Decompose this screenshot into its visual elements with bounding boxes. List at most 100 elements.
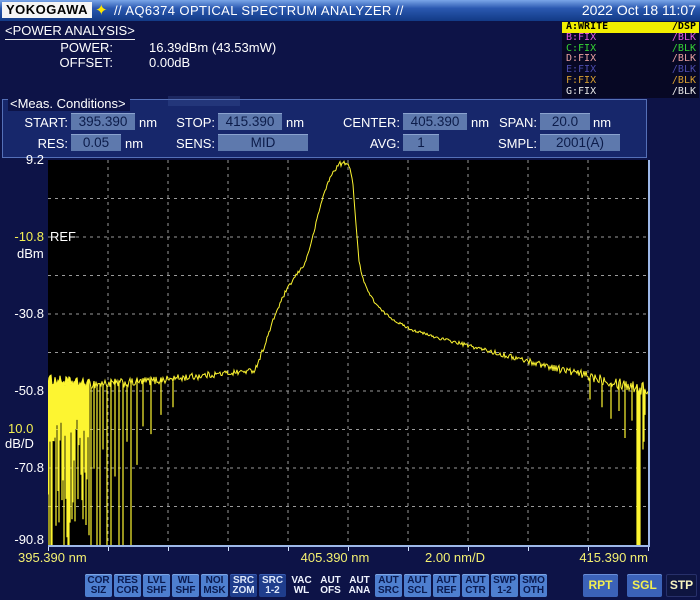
smpl-value-field[interactable]: 2001(A) (540, 134, 620, 151)
softkey-lvl-shf[interactable]: LVLSHF (143, 574, 170, 597)
softkey-line2: REF (433, 586, 460, 597)
softkey-aut-ctr[interactable]: AUTCTR (462, 574, 489, 597)
y-label-m30: -30.8 (0, 306, 44, 321)
start-value-field[interactable]: 395.390 (71, 113, 135, 130)
yokogawa-diamond-icon: ✦ (95, 1, 108, 20)
app-title: // AQ6374 OPTICAL SPECTRUM ANALYZER // (114, 3, 404, 18)
osa-screen: YOKOGAWA ✦ // AQ6374 OPTICAL SPECTRUM AN… (0, 0, 700, 600)
x-label-stop: 415.390 nm (558, 550, 648, 565)
x-label-start: 395.390 nm (18, 550, 87, 565)
grid-lines (48, 160, 648, 545)
res-unit: nm (125, 136, 143, 151)
softkey-cor-siz[interactable]: CORSIZ (85, 574, 112, 597)
softkey-line2: SCL (404, 586, 431, 597)
stop-unit: nm (286, 115, 304, 130)
datetime-display: 2022 Oct 18 11:07 (582, 2, 696, 18)
span-value-field[interactable]: 20.0 (540, 113, 590, 130)
softkey-swp-1-2[interactable]: SWP1-2 (491, 574, 518, 597)
yokogawa-logo: YOKOGAWA (2, 2, 92, 18)
ref-marker: REF (50, 229, 76, 244)
stop-value-field[interactable]: 415.390 (218, 113, 282, 130)
stop-label: STOP: (150, 115, 215, 130)
softkey-line2: CTR (462, 586, 489, 597)
softkey-noi-msk[interactable]: NOIMSK (201, 574, 228, 597)
axis-tick (168, 547, 169, 551)
power-label: POWER: (3, 40, 113, 55)
axis-tick (408, 547, 409, 551)
y-label-m70: -70.8 (0, 460, 44, 475)
softkey-aut-ofs[interactable]: AUTOFS (317, 574, 344, 597)
y-unit: dBm (17, 246, 44, 261)
sens-label: SENS: (150, 136, 215, 151)
meas-conditions-heading: <Meas. Conditions> (8, 96, 130, 111)
softkey-line2: SHF (172, 586, 199, 597)
res-value-field[interactable]: 0.05 (71, 134, 121, 151)
trace-display-mode: /BLK (672, 33, 696, 44)
softkey-res-cor[interactable]: RESCOR (114, 574, 141, 597)
softkey-line2: SIZ (85, 586, 112, 597)
y-label-bottom: -90.8 (0, 532, 44, 547)
trace-a-noise-spikes (48, 375, 645, 545)
power-analysis-heading: <POWER ANALYSIS> (5, 23, 135, 40)
softkey-src-zom[interactable]: SRCZOM (230, 574, 257, 597)
softkey-line2: SRC (375, 586, 402, 597)
sweep-sgl-button[interactable]: SGL (627, 574, 662, 597)
spectrum-plot (48, 160, 648, 545)
offset-value: 0.00dB (149, 55, 190, 70)
axis-tick (228, 547, 229, 551)
title-bar: YOKOGAWA ✦ // AQ6374 OPTICAL SPECTRUM AN… (0, 0, 700, 21)
avg-label: AVG: (328, 136, 400, 151)
softkey-wl-shf[interactable]: WLSHF (172, 574, 199, 597)
res-label: RES: (2, 136, 68, 151)
softkey-line2: COR (114, 586, 141, 597)
softkey-src-1-2[interactable]: SRC1-2 (259, 574, 286, 597)
sweep-rpt-button[interactable]: RPT (583, 574, 618, 597)
y-scale-value: 10.0 (8, 421, 33, 436)
trace-name: G:FIX (566, 87, 596, 98)
y-scale-unit: dB/D (5, 436, 34, 451)
softkey-line2: 1-2 (491, 586, 518, 597)
softkey-line2: MSK (201, 586, 228, 597)
axis-tick (108, 547, 109, 551)
softkey-smo-oth[interactable]: SMOOTH (520, 574, 547, 597)
sweep-stp-button[interactable]: STP (666, 574, 697, 597)
x-label-center: 405.390 nm (280, 550, 390, 565)
dimmed-ghost-label (168, 96, 240, 106)
softkey-aut-src[interactable]: AUTSRC (375, 574, 402, 597)
plot-border-bottom (48, 545, 650, 547)
span-unit: nm (593, 115, 611, 130)
softkey-aut-ana[interactable]: AUTANA (346, 574, 373, 597)
plot-border-right (648, 160, 650, 547)
trace-row-g[interactable]: G:FIX/BLK (562, 87, 699, 98)
softkey-aut-ref[interactable]: AUTREF (433, 574, 460, 597)
trace-legend: A:WRITE/DSPB:FIX/BLKC:FIX/BLKD:FIX/BLKE:… (562, 22, 699, 98)
y-label-ref: -10.8 (0, 229, 44, 244)
power-row: POWER: 16.39dBm (43.53mW) (3, 40, 276, 55)
power-value: 16.39dBm (43.53mW) (149, 40, 276, 55)
softkey-line2: WL (288, 586, 315, 597)
softkey-line2: 1-2 (259, 586, 286, 597)
softkey-vac-wl[interactable]: VACWL (288, 574, 315, 597)
softkey-aut-scl[interactable]: AUTSCL (404, 574, 431, 597)
span-label: SPAN: (468, 115, 537, 130)
offset-row: OFFSET:0.00dB (3, 55, 190, 70)
smpl-label: SMPL: (468, 136, 537, 151)
axis-tick (648, 547, 649, 551)
trace-row-b[interactable]: B:FIX/BLK (562, 33, 699, 44)
softkey-line2: OFS (317, 586, 344, 597)
spectrum-trace-svg (48, 160, 648, 545)
trace-name: B:FIX (566, 33, 596, 44)
softkey-line2: ANA (346, 586, 373, 597)
avg-value-field[interactable]: 1 (403, 134, 439, 151)
trace-display-mode: /BLK (672, 87, 696, 98)
center-label: CENTER: (328, 115, 400, 130)
y-label-m50: -50.8 (0, 383, 44, 398)
y-label-top: 9.2 (0, 152, 44, 167)
sens-value-field[interactable]: MID (218, 134, 308, 151)
center-value-field[interactable]: 405.390 (403, 113, 467, 130)
x-scale-label: 2.00 nm/D (410, 550, 500, 565)
softkey-line2: ZOM (230, 586, 257, 597)
softkey-line2: OTH (520, 586, 547, 597)
start-label: START: (2, 115, 68, 130)
softkey-line2: SHF (143, 586, 170, 597)
